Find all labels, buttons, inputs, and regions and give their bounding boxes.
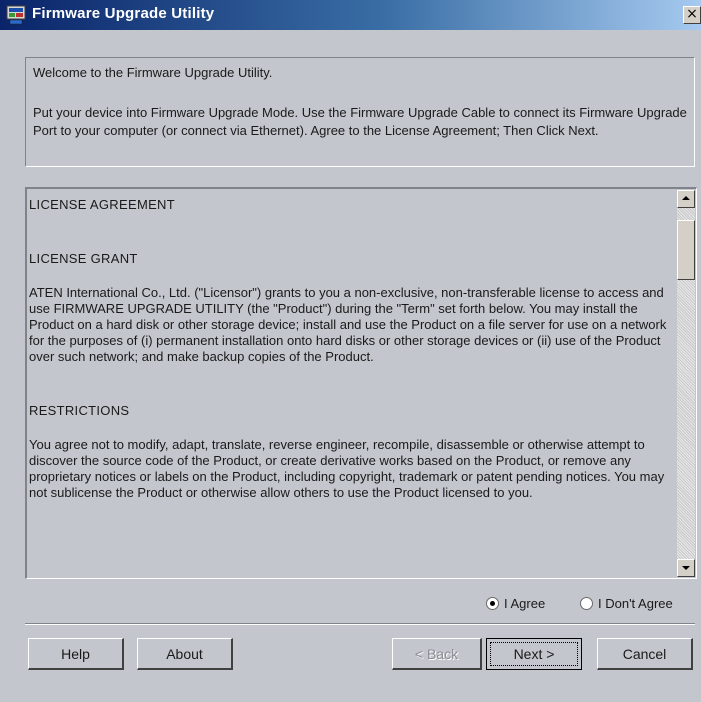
license-scrollbar[interactable]	[677, 190, 695, 577]
scroll-down-button[interactable]	[677, 559, 695, 577]
welcome-heading: Welcome to the Firmware Upgrade Utility.	[33, 65, 273, 80]
about-button[interactable]: About	[137, 638, 233, 670]
help-button[interactable]: Help	[28, 638, 124, 670]
arrow-up-icon	[682, 196, 690, 200]
license-textbox[interactable]: LICENSE AGREEMENT LICENSE GRANT ATEN Int…	[25, 187, 697, 579]
restrictions-text: You agree not to modify, adapt, translat…	[29, 437, 665, 500]
restrictions-heading: RESTRICTIONS	[29, 403, 130, 418]
close-icon: ×	[686, 6, 698, 22]
scroll-up-button[interactable]	[677, 190, 695, 208]
footer-separator	[25, 623, 695, 625]
welcome-panel: Welcome to the Firmware Upgrade Utility.…	[25, 57, 695, 167]
window-title: Firmware Upgrade Utility	[32, 5, 215, 22]
license-content: LICENSE AGREEMENT LICENSE GRANT ATEN Int…	[29, 191, 677, 501]
firmware-upgrade-window: Firmware Upgrade Utility × Welcome to th…	[0, 0, 701, 702]
disagree-radio-option[interactable]: I Don't Agree	[580, 596, 673, 611]
app-window-icon	[6, 5, 26, 25]
agree-label: I Agree	[504, 596, 546, 611]
back-button[interactable]: < Back	[392, 638, 482, 670]
arrow-down-icon	[682, 566, 690, 570]
agree-radio-option[interactable]: I Agree	[486, 596, 545, 611]
agree-radio[interactable]	[486, 597, 499, 610]
cancel-button[interactable]: Cancel	[597, 638, 693, 670]
license-grant-heading: LICENSE GRANT	[29, 251, 138, 266]
license-agreement-heading: LICENSE AGREEMENT	[29, 197, 175, 212]
next-button[interactable]: Next >	[486, 638, 582, 670]
disagree-label: I Don't Agree	[598, 596, 673, 611]
close-button[interactable]: ×	[683, 6, 701, 24]
scroll-thumb[interactable]	[677, 220, 695, 280]
disagree-radio[interactable]	[580, 597, 593, 610]
welcome-instructions: Put your device into Firmware Upgrade Mo…	[33, 105, 687, 138]
license-grant-text: ATEN International Co., Ltd. ("Licensor"…	[29, 285, 667, 364]
title-bar[interactable]: Firmware Upgrade Utility ×	[0, 0, 701, 30]
next-button-label: Next >	[490, 642, 578, 666]
